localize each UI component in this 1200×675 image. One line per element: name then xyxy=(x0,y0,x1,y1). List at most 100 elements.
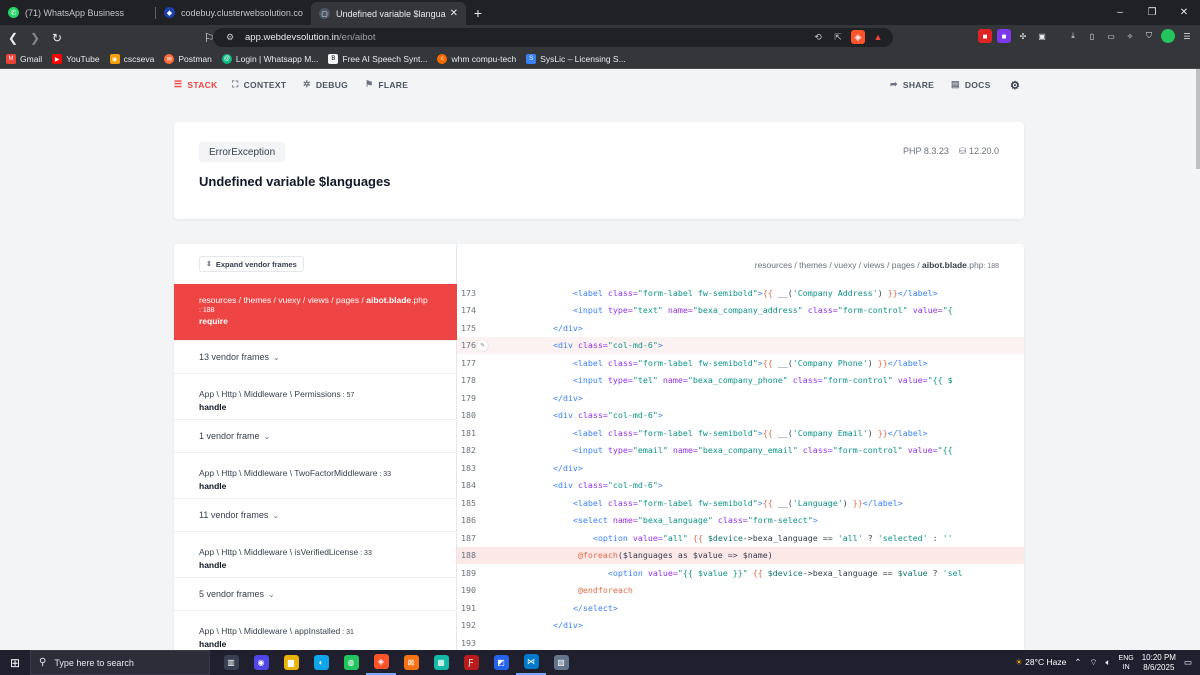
page-scrollbar[interactable] xyxy=(1196,69,1200,169)
taskbar-app[interactable]: ◍ xyxy=(336,650,366,675)
stack-frame[interactable]: App \ Http \ Middleware \ isVerifiedLice… xyxy=(174,532,457,578)
code-line[interactable]: 175 </div> xyxy=(457,319,1024,337)
menu-icon[interactable]: ☰ xyxy=(1180,29,1194,43)
taskbar-app[interactable]: ◩ xyxy=(486,650,516,675)
taskbar-search[interactable]: ⚲ Type here to search xyxy=(30,650,210,675)
code-line[interactable]: 185 <label class="form-label fw-semibold… xyxy=(457,494,1024,512)
code-line[interactable]: 176 <div class="col-md-6"> xyxy=(457,336,1024,354)
profile-icon[interactable] xyxy=(1161,29,1175,43)
taskbar-app[interactable]: ▧ xyxy=(546,650,576,675)
extension-icon[interactable]: ■ xyxy=(997,29,1011,43)
snippet-file-path[interactable]: resources / themes / vuexy / views / pag… xyxy=(755,260,999,270)
browser-tab-active[interactable]: ▢ Undefined variable $languages ✕ xyxy=(311,2,466,25)
code-line[interactable]: 190 @endforeach xyxy=(457,582,1024,600)
stack-frame[interactable]: App \ Http \ Middleware \ Permissions : … xyxy=(174,374,457,420)
clock[interactable]: 10:20 PM 8/6/2025 xyxy=(1142,653,1176,673)
stack-frame[interactable]: App \ Http \ Middleware \ TwoFactorMiddl… xyxy=(174,453,457,499)
nav-debug[interactable]: ✲ DEBUG xyxy=(303,79,348,90)
taskbar-app[interactable]: ▥ xyxy=(216,650,246,675)
vendor-frames-toggle[interactable]: 13 vendor frames ⌄ xyxy=(174,341,457,374)
back-icon[interactable]: ❮ xyxy=(4,29,22,47)
code-line-error[interactable]: 188 @foreach($languages as $value => $na… xyxy=(457,546,1024,564)
network-icon[interactable]: ⌔ xyxy=(1089,657,1097,668)
close-window-button[interactable]: ✕ xyxy=(1168,0,1200,25)
notification-icon[interactable]: ▭ xyxy=(1184,657,1192,668)
tab-label: (71) WhatsApp Business xyxy=(25,7,125,18)
code-line[interactable]: 189 <option value="{{ $value }}" {{ $dev… xyxy=(457,564,1024,582)
vpn-icon[interactable]: ⛉ xyxy=(1142,29,1156,43)
brave-rewards-icon[interactable]: ▲ xyxy=(871,30,885,44)
sidebar-icon[interactable]: ▯ xyxy=(1085,29,1099,43)
nav-stack[interactable]: ☰ STACK xyxy=(174,79,218,90)
taskbar-app[interactable]: ▆ xyxy=(276,650,306,675)
browser-tab-codebuy[interactable]: ◆ codebuy.clusterwebsolution.com/pro xyxy=(156,0,311,25)
new-tab-button[interactable]: + xyxy=(466,0,490,25)
bookmark-postman[interactable]: ✉ Postman xyxy=(164,54,212,64)
extension-icon[interactable]: ■ xyxy=(978,29,992,43)
code-line[interactable]: 191 </select> xyxy=(457,599,1024,617)
code-line[interactable]: 181 <label class="form-label fw-semibold… xyxy=(457,424,1024,442)
stack-frame[interactable]: App \ Http \ Middleware \ appInstalled :… xyxy=(174,611,457,650)
vendor-frames-toggle[interactable]: 1 vendor frame ⌄ xyxy=(174,420,457,453)
site-info-icon[interactable]: ⚙ xyxy=(223,31,237,45)
extension-icon[interactable]: ▣ xyxy=(1035,29,1049,43)
code-line[interactable]: 179 </div> xyxy=(457,389,1024,407)
weather-widget[interactable]: ☀ 28°C Haze xyxy=(1015,657,1066,668)
vendor-frames-toggle[interactable]: 5 vendor frames ⌄ xyxy=(174,578,457,611)
bookmark-gmail[interactable]: M Gmail xyxy=(6,54,42,64)
taskbar-app[interactable]: Ƒ xyxy=(456,650,486,675)
volume-icon[interactable]: 🔈︎ xyxy=(1105,657,1110,668)
taskbar-app[interactable]: ⊠ xyxy=(396,650,426,675)
brave-shield-icon[interactable]: ◈ xyxy=(851,30,865,44)
maximize-button[interactable]: ❐ xyxy=(1136,0,1168,25)
open-in-editor-icon[interactable]: ✎ xyxy=(477,339,488,351)
puzzle-icon[interactable]: ✣ xyxy=(1016,29,1030,43)
nav-share[interactable]: ➦ SHARE xyxy=(890,79,934,90)
bookmark-whatsapp-login[interactable]: @ Login | Whatsapp M... xyxy=(221,54,318,64)
show-hidden-icons[interactable]: ⌃ xyxy=(1074,657,1081,668)
bookmark-speech[interactable]: B Free AI Speech Synt... xyxy=(328,54,427,64)
leo-ai-icon[interactable]: ✧ xyxy=(1123,29,1137,43)
nav-flare[interactable]: ⚑ FLARE xyxy=(365,79,408,90)
language-indicator[interactable]: ENG IN xyxy=(1119,654,1134,672)
browser-tab-whatsapp[interactable]: ✆ (71) WhatsApp Business xyxy=(0,0,155,25)
forward-icon[interactable]: ❯ xyxy=(26,29,44,47)
code-line[interactable]: 192 </div> xyxy=(457,617,1024,635)
taskbar-app[interactable]: ▦ xyxy=(426,650,456,675)
taskbar-app[interactable]: ⋈ xyxy=(516,650,546,675)
share-icon[interactable]: ⇱ xyxy=(831,30,845,44)
code-line[interactable]: 184 <div class="col-md-6"> xyxy=(457,477,1024,495)
close-tab-icon[interactable]: ✕ xyxy=(450,8,458,19)
taskbar-app[interactable]: ◈ xyxy=(366,650,396,675)
code-line[interactable]: 187 <option value="all" {{ $device->bexa… xyxy=(457,529,1024,547)
bookmark-youtube[interactable]: ▶ YouTube xyxy=(52,54,100,64)
code-line[interactable]: 182 <input type="email" name="bexa_compa… xyxy=(457,442,1024,460)
reload-icon[interactable]: ↻ xyxy=(48,29,66,47)
bookmark-whm[interactable]: c whm compu-tech xyxy=(437,54,516,64)
code-line[interactable]: 193 xyxy=(457,634,1024,650)
wallet-icon[interactable]: ▭ xyxy=(1104,29,1118,43)
nav-context[interactable]: ⛶ CONTEXT xyxy=(232,79,286,90)
windows-start-icon[interactable]: ⊞ xyxy=(0,650,30,675)
download-icon[interactable]: ⤓ xyxy=(1066,29,1080,43)
code-line[interactable]: 180 <div class="col-md-6"> xyxy=(457,407,1024,425)
stack-frame-selected[interactable]: resources / themes / vuexy / views / pag… xyxy=(174,284,457,341)
settings-button[interactable]: ⚙ xyxy=(1010,79,1025,92)
bookmark-cscseva[interactable]: ◉ cscseva xyxy=(109,54,154,64)
taskbar-app[interactable]: ◉ xyxy=(246,650,276,675)
bookmark-syslic[interactable]: S SysLic – Licensing S... xyxy=(526,54,626,64)
address-bar[interactable]: ⚙ app.webdevsolution.in/en/aibot ⟲ ⇱ ◈ ▲ xyxy=(213,28,893,47)
expand-vendor-frames-button[interactable]: ⇕ Expand vendor frames xyxy=(199,256,304,272)
code-line[interactable]: 183 </div> xyxy=(457,459,1024,477)
code-line[interactable]: 177 <label class="form-label fw-semibold… xyxy=(457,354,1024,372)
vendor-frames-toggle[interactable]: 11 vendor frames ⌄ xyxy=(174,499,457,532)
code-text: <input type="tel" name="bexa_company_pho… xyxy=(572,375,953,386)
code-line[interactable]: 178 <input type="tel" name="bexa_company… xyxy=(457,372,1024,390)
minimize-button[interactable]: – xyxy=(1104,0,1136,25)
taskbar-app[interactable]: ◐ xyxy=(306,650,336,675)
history-icon[interactable]: ⟲ xyxy=(811,30,825,44)
code-line[interactable]: 173 <label class="form-label fw-semibold… xyxy=(457,284,1024,302)
code-line[interactable]: 174 <input type="text" name="bexa_compan… xyxy=(457,302,1024,320)
code-line[interactable]: 186 <select name="bexa_language" class="… xyxy=(457,512,1024,530)
nav-docs[interactable]: ▤ DOCS xyxy=(951,79,991,90)
